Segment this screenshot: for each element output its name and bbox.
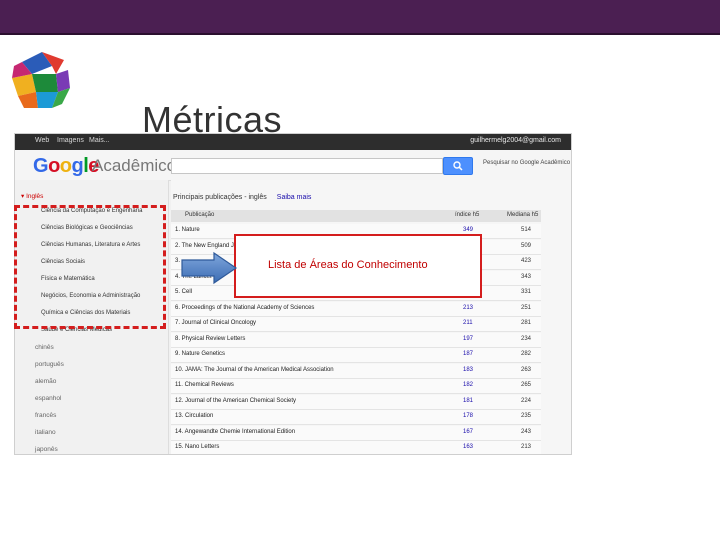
h5-index-value[interactable]: 163 xyxy=(463,444,473,450)
colorful-cube-logo-icon xyxy=(12,52,70,108)
google-bar: Web Imagens Mais... guilhermelg2004@gmai… xyxy=(15,134,571,150)
publication-link[interactable]: 13. Circulation xyxy=(175,413,213,419)
logo-letter: o xyxy=(59,155,72,177)
sidebar-language[interactable]: português xyxy=(35,361,64,368)
h5-median-value: 331 xyxy=(521,289,532,295)
h5-index-value[interactable]: 167 xyxy=(463,429,473,435)
h5-median-value: 423 xyxy=(521,258,532,264)
h5-index-value[interactable]: 182 xyxy=(463,382,473,388)
table-row: 7. Journal of Clinical Oncology 211 281 xyxy=(171,317,541,332)
search-input[interactable] xyxy=(171,158,443,174)
publication-link[interactable]: 10. JAMA: The Journal of the American Me… xyxy=(175,367,334,373)
publication-link[interactable]: 8. Physical Review Letters xyxy=(175,336,245,342)
google-logo[interactable]: Google xyxy=(33,155,99,178)
h5-median-value: 224 xyxy=(521,397,532,404)
product-name: Acadêmico xyxy=(92,156,177,175)
learn-more-link[interactable]: Saiba mais xyxy=(277,194,312,201)
callout-text: Lista de Áreas do Conhecimento xyxy=(268,259,428,271)
gbar-link-more[interactable]: Mais... xyxy=(89,137,110,144)
publication-link[interactable]: 1. Nature xyxy=(175,227,200,233)
logo-letter: g xyxy=(71,155,84,177)
h5-index-value[interactable]: 187 xyxy=(463,351,473,357)
publication-link[interactable]: 5. Cell xyxy=(175,289,192,295)
h5-median-value: 265 xyxy=(521,382,532,388)
h5-index-value[interactable]: 181 xyxy=(463,398,473,404)
h5-index-value[interactable]: 197 xyxy=(463,336,473,342)
sidebar-language[interactable]: japonês xyxy=(35,446,58,453)
column-header-h5-index[interactable]: índice h5 xyxy=(455,212,479,218)
slide-top-bar xyxy=(0,0,720,35)
magnifier-icon xyxy=(453,161,463,171)
table-header: Publicação índice h5 Mediana h5 xyxy=(171,210,541,222)
search-scholar-link[interactable]: Pesquisar no Google Acadêmico xyxy=(483,160,570,166)
publication-link[interactable]: 9. Nature Genetics xyxy=(175,351,225,357)
sidebar-language-selected[interactable]: ▾ Inglês xyxy=(21,192,43,200)
h5-median-value: 234 xyxy=(521,335,532,342)
h5-median-value: 509 xyxy=(521,242,532,249)
publication-link[interactable]: 6. Proceedings of the National Academy o… xyxy=(175,305,314,311)
table-row: 15. Nano Letters 163 213 xyxy=(171,441,541,454)
table-row: 10. JAMA: The Journal of the American Me… xyxy=(171,363,541,379)
h5-median-value: 213 xyxy=(521,444,532,450)
table-row: 13. Circulation 178 235 xyxy=(171,410,541,425)
h5-median-value: 243 xyxy=(521,428,532,435)
search-button[interactable] xyxy=(443,157,473,175)
publication-link[interactable]: 15. Nano Letters xyxy=(175,444,219,450)
h5-index-value[interactable]: 183 xyxy=(463,367,473,373)
user-email[interactable]: guilhermelg2004@gmail.com xyxy=(470,137,561,144)
h5-median-value: 263 xyxy=(521,366,532,373)
categories-highlight-box xyxy=(14,205,166,329)
column-header-h5-median[interactable]: Mediana h5 xyxy=(507,212,538,218)
h5-median-value: 251 xyxy=(521,304,532,311)
h5-median-value: 282 xyxy=(521,351,532,357)
sidebar-language[interactable]: francês xyxy=(35,412,56,419)
table-row: 9. Nature Genetics 187 282 xyxy=(171,348,541,363)
column-header-publication: Publicação xyxy=(185,212,215,218)
h5-index-value[interactable]: 349 xyxy=(463,227,473,233)
h5-median-value: 235 xyxy=(521,413,532,419)
h5-median-value: 514 xyxy=(521,227,532,233)
gbar-link-web[interactable]: Web xyxy=(35,137,49,144)
main-heading: Principais publicações - inglês Saiba mai… xyxy=(173,194,311,201)
sidebar-language[interactable]: chinês xyxy=(35,344,54,351)
sidebar-language[interactable]: alemão xyxy=(35,378,56,385)
table-row: 12. Journal of the American Chemical Soc… xyxy=(171,394,541,410)
publication-link[interactable]: 7. Journal of Clinical Oncology xyxy=(175,320,256,326)
gbar-link-images[interactable]: Imagens xyxy=(57,137,84,144)
h5-index-value[interactable]: 178 xyxy=(463,413,473,419)
logo-letter: G xyxy=(33,155,49,177)
sidebar-language[interactable]: espanhol xyxy=(35,395,61,402)
h5-index-value[interactable]: 211 xyxy=(463,320,473,326)
table-row: 14. Angewandte Chemie International Edit… xyxy=(171,425,541,441)
table-row: 8. Physical Review Letters 197 234 xyxy=(171,332,541,348)
sidebar-language[interactable]: italiano xyxy=(35,429,56,436)
scholar-header: Google Acadêmico Pesquisar no Google Aca… xyxy=(15,150,571,181)
h5-index-value[interactable]: 213 xyxy=(463,305,473,311)
table-row: 11. Chemical Reviews 182 265 xyxy=(171,379,541,394)
logo-letter: o xyxy=(48,155,60,177)
main-heading-text: Principais publicações - inglês xyxy=(173,194,267,201)
publication-link[interactable]: 11. Chemical Reviews xyxy=(175,382,234,388)
publication-link[interactable]: 14. Angewandte Chemie International Edit… xyxy=(175,429,295,435)
main-content: Principais publicações - inglês Saiba mai… xyxy=(171,180,571,454)
h5-median-value: 281 xyxy=(521,320,532,326)
table-row: 6. Proceedings of the National Academy o… xyxy=(171,301,541,317)
publication-link[interactable]: 12. Journal of the American Chemical Soc… xyxy=(175,398,296,404)
h5-median-value: 343 xyxy=(521,273,532,280)
right-arrow-icon xyxy=(181,251,238,285)
